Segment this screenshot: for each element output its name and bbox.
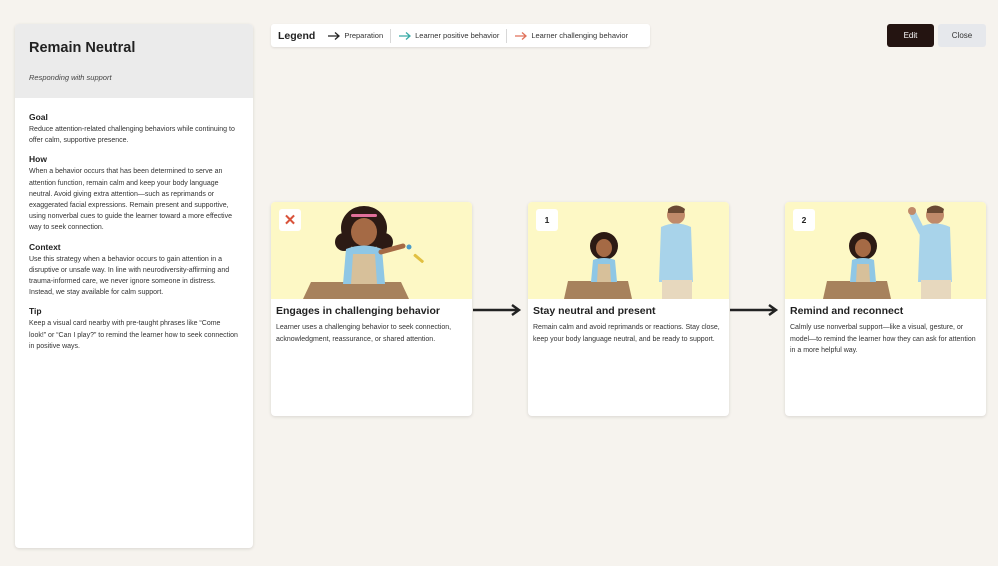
card-description: Learner uses a challenging behavior to s… xyxy=(276,324,452,343)
section-how: How When a behavior occurs that has been… xyxy=(29,154,239,233)
panel-subtitle: Responding with support xyxy=(29,73,112,82)
section-heading: Context xyxy=(29,241,61,252)
arrow-right-icon xyxy=(515,31,528,40)
section-text: Reduce attention-related challenging beh… xyxy=(29,126,235,145)
section-goal: Goal Reduce attention-related challengin… xyxy=(29,112,239,146)
section-tip: Tip Keep a visual card nearby with pre-t… xyxy=(29,306,239,352)
arrow-right-icon xyxy=(399,31,412,40)
legend-divider xyxy=(390,28,392,43)
legend-divider xyxy=(506,28,508,43)
legend-item-positive: Learner positive behavior xyxy=(398,31,499,41)
card-illustration: 2 xyxy=(785,202,986,299)
panel-body: Goal Reduce attention-related challengin… xyxy=(15,98,253,352)
panel-title: Remain Neutral xyxy=(29,40,136,56)
section-text: Use this strategy when a behavior occurs… xyxy=(29,255,230,297)
card-illustration: ✕ xyxy=(271,202,472,299)
flow-arrow-icon xyxy=(473,304,522,316)
card-description: Remain calm and avoid reprimands or reac… xyxy=(533,324,720,343)
close-button[interactable]: Close xyxy=(938,24,986,47)
girl-and-adult-illustration xyxy=(564,205,693,299)
edit-button[interactable]: Edit xyxy=(887,24,934,47)
flow-arrow-icon xyxy=(730,304,779,316)
panel-header: Remain Neutral Responding with support xyxy=(15,24,253,98)
legend-item-preparation: Preparation xyxy=(327,31,383,41)
section-text: Keep a visual card nearby with pre-taugh… xyxy=(29,320,238,350)
section-heading: Goal xyxy=(29,112,48,122)
step-card-challenging[interactable]: ✕ Engages in challenging behavior Learne… xyxy=(271,202,472,416)
legend-title: Legend xyxy=(278,29,316,42)
step-card-1[interactable]: 1 Stay neutral and present Remain calm a… xyxy=(528,202,729,416)
step-card-2[interactable]: 2 Remind and reconnect Calmly use nonver… xyxy=(785,202,986,416)
section-text: When a behavior occurs that has been det… xyxy=(29,168,232,232)
girl-throwing-illustration xyxy=(303,206,424,299)
legend-label: Learner challenging behavior xyxy=(531,31,629,40)
legend-label: Learner positive behavior xyxy=(415,31,500,40)
section-heading: How xyxy=(29,154,47,165)
legend-item-challenging: Learner challenging behavior xyxy=(514,31,628,41)
card-title: Stay neutral and present xyxy=(533,305,656,317)
card-title: Remind and reconnect xyxy=(790,305,904,317)
card-illustration: 1 xyxy=(528,202,729,299)
card-title: Engages in challenging behavior xyxy=(276,305,440,317)
section-context: Context Use this strategy when a behavio… xyxy=(29,242,239,299)
card-description: Calmly use nonverbal support—like a visu… xyxy=(790,324,976,354)
legend: Legend Preparation Learner positive beha… xyxy=(271,24,650,47)
section-heading: Tip xyxy=(29,306,42,317)
strategy-panel: Remain Neutral Responding with support G… xyxy=(15,24,253,548)
girl-and-adult-waving-illustration xyxy=(823,205,952,299)
arrow-right-icon xyxy=(328,31,341,40)
legend-label: Preparation xyxy=(344,31,384,40)
